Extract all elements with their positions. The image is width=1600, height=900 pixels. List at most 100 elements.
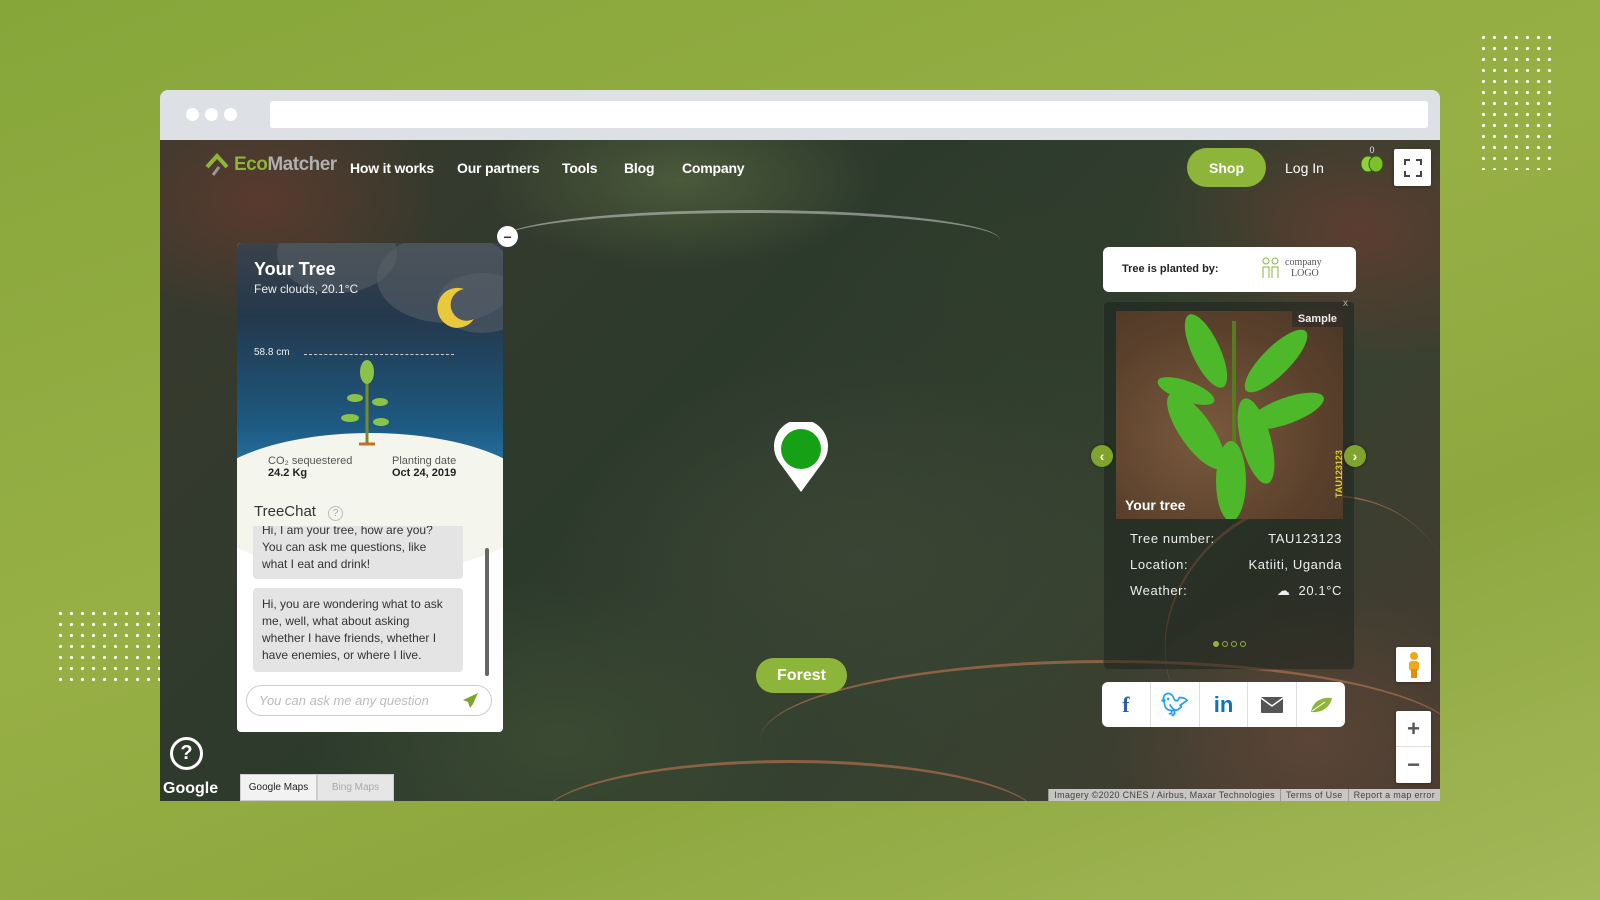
- chat-messages[interactable]: Hi, I am your tree, how are you? You can…: [237, 526, 503, 676]
- tree-height-label: 58.8 cm: [254, 347, 290, 358]
- close-button[interactable]: x: [1343, 298, 1348, 309]
- leaf-counter[interactable]: 0: [1360, 145, 1384, 176]
- slide-dot[interactable]: [1221, 641, 1228, 647]
- window-dot: [186, 108, 199, 121]
- card-title: Your Tree: [254, 259, 336, 279]
- tab-google-maps[interactable]: Google Maps: [240, 774, 317, 801]
- your-tree-card: 58.8 cm Your Tree Few clouds, 20.1°C CO₂…: [237, 243, 503, 732]
- photo-caption: Your tree: [1125, 497, 1186, 513]
- logo-text: EcoMatcher: [234, 154, 337, 175]
- google-logo: Google: [163, 780, 219, 797]
- satellite-map[interactable]: EcoMatcher How it works Our partners Too…: [160, 140, 1440, 801]
- company-logo-line2: LOGO: [1291, 268, 1319, 279]
- sapling-photo: [1157, 314, 1324, 519]
- co2-label: CO₂ sequestered: [268, 455, 353, 467]
- weather-summary: Few clouds, 20.1°C: [254, 282, 359, 296]
- slide-dot[interactable]: [1230, 641, 1237, 647]
- street-view-pegman[interactable]: [1396, 647, 1431, 682]
- terms-link[interactable]: Terms of Use: [1279, 789, 1348, 801]
- zoom-in-button[interactable]: +: [1396, 711, 1431, 747]
- slide-dot[interactable]: [1239, 641, 1246, 647]
- weather-value: 20.1°C: [1298, 583, 1342, 598]
- next-slide-button[interactable]: ›: [1344, 445, 1366, 467]
- help-button[interactable]: ?: [170, 737, 203, 770]
- map-attribution: Imagery ©2020 CNES / Airbus, Maxar Techn…: [1048, 789, 1440, 801]
- nav-blog[interactable]: Blog: [624, 160, 655, 176]
- report-error-link[interactable]: Report a map error: [1347, 789, 1440, 801]
- location-row: Location: Katiiti, Uganda: [1130, 557, 1342, 572]
- fullscreen-button[interactable]: [1394, 149, 1431, 186]
- height-line: [304, 354, 454, 355]
- send-icon[interactable]: [462, 692, 479, 709]
- browser-chrome: [160, 90, 1440, 140]
- linkedin-share-button[interactable]: in: [1200, 682, 1249, 727]
- treechat-label: TreeChat: [254, 503, 316, 520]
- chat-scrollbar[interactable]: [485, 548, 489, 676]
- decor-dots-top-right: [1478, 32, 1555, 170]
- weather-label: Weather:: [1130, 583, 1188, 598]
- weather-row: Weather: ☁ 20.1°C: [1130, 583, 1342, 599]
- envelope-icon: [1261, 696, 1284, 713]
- shop-button[interactable]: Shop: [1187, 148, 1266, 187]
- company-logo: company LOGO: [1261, 257, 1322, 279]
- chat-input[interactable]: You can ask me any question: [246, 685, 492, 716]
- help-icon[interactable]: ?: [328, 506, 344, 521]
- slide-dot[interactable]: [1212, 641, 1219, 647]
- ecomatcher-share-button[interactable]: [1297, 682, 1345, 727]
- planted-by-label: Tree is planted by:: [1122, 263, 1219, 275]
- tree-location-marker[interactable]: [773, 422, 829, 494]
- location-label: Location:: [1130, 557, 1189, 572]
- login-link[interactable]: Log In: [1285, 160, 1324, 176]
- nav-how-it-works[interactable]: How it works: [350, 160, 434, 176]
- co2-value: 24.2 Kg: [268, 467, 308, 479]
- chat-message: Hi, I am your tree, how are you? You can…: [253, 526, 463, 579]
- decor-dots-left: [55, 608, 161, 685]
- forest-button[interactable]: Forest: [756, 658, 847, 693]
- email-share-button[interactable]: [1248, 682, 1298, 727]
- tree-number-value: TAU123123: [1268, 531, 1342, 546]
- people-icon: [1262, 257, 1279, 278]
- leaf-icon: [1311, 697, 1333, 712]
- planted-by-box: Tree is planted by: company LOGO: [1103, 247, 1356, 292]
- planting-date-label: Planting date: [392, 455, 457, 467]
- window-dot: [224, 108, 237, 121]
- collapse-card-button[interactable]: −: [497, 226, 518, 247]
- zoom-out-button[interactable]: −: [1396, 747, 1431, 783]
- share-bar: f 🐦︎ in: [1102, 682, 1345, 727]
- nav-tools[interactable]: Tools: [562, 160, 597, 176]
- sapling-illustration: [341, 360, 389, 446]
- tree-number-label: Tree number:: [1130, 531, 1215, 546]
- browser-window: EcoMatcher How it works Our partners Too…: [160, 90, 1440, 801]
- top-nav: EcoMatcher How it works Our partners Too…: [160, 140, 1440, 200]
- facebook-share-button[interactable]: f: [1102, 682, 1151, 727]
- tree-sky-illustration: 58.8 cm Your Tree Few clouds, 20.1°C CO₂…: [237, 243, 503, 573]
- tree-number-row: Tree number: TAU123123: [1130, 531, 1342, 546]
- chat-placeholder: You can ask me any question: [259, 693, 429, 708]
- sample-badge: Sample: [1291, 311, 1343, 327]
- address-bar[interactable]: [270, 101, 1428, 128]
- nav-our-partners[interactable]: Our partners: [457, 160, 540, 176]
- prev-slide-button[interactable]: ‹: [1091, 445, 1113, 467]
- leaf-count: 0: [1369, 145, 1375, 155]
- cloud-moon-icon: ☁: [1276, 583, 1291, 598]
- leaves-icon: [1360, 155, 1384, 173]
- tab-bing-maps[interactable]: Bing Maps: [317, 774, 394, 801]
- zoom-control: + −: [1396, 711, 1431, 783]
- photo-tag: TAU123123: [1334, 450, 1343, 498]
- nav-company[interactable]: Company: [682, 160, 745, 176]
- twitter-share-button[interactable]: 🐦︎: [1151, 682, 1200, 727]
- ecomatcher-logo[interactable]: EcoMatcher: [205, 153, 337, 177]
- tree-photo: Sample Your tree TAU123123: [1116, 311, 1343, 519]
- tree-info-card: x Sample Your tree TAU123123 Tree number…: [1103, 298, 1355, 670]
- ecomatcher-logo-icon: [205, 153, 229, 176]
- imagery-credit: Imagery ©2020 CNES / Airbus, Maxar Techn…: [1048, 789, 1280, 801]
- chat-message: Hi, you are wondering what to ask me, we…: [253, 588, 463, 672]
- moon-icon: [437, 287, 474, 328]
- pegman-icon: [1408, 651, 1419, 678]
- map-type-tabs: Google Maps Bing Maps: [240, 774, 394, 801]
- window-dot: [205, 108, 218, 121]
- location-value: Katiiti, Uganda: [1248, 557, 1342, 572]
- slide-dots: [1104, 641, 1354, 647]
- fullscreen-icon: [1403, 158, 1422, 177]
- planting-date-value: Oct 24, 2019: [392, 467, 457, 479]
